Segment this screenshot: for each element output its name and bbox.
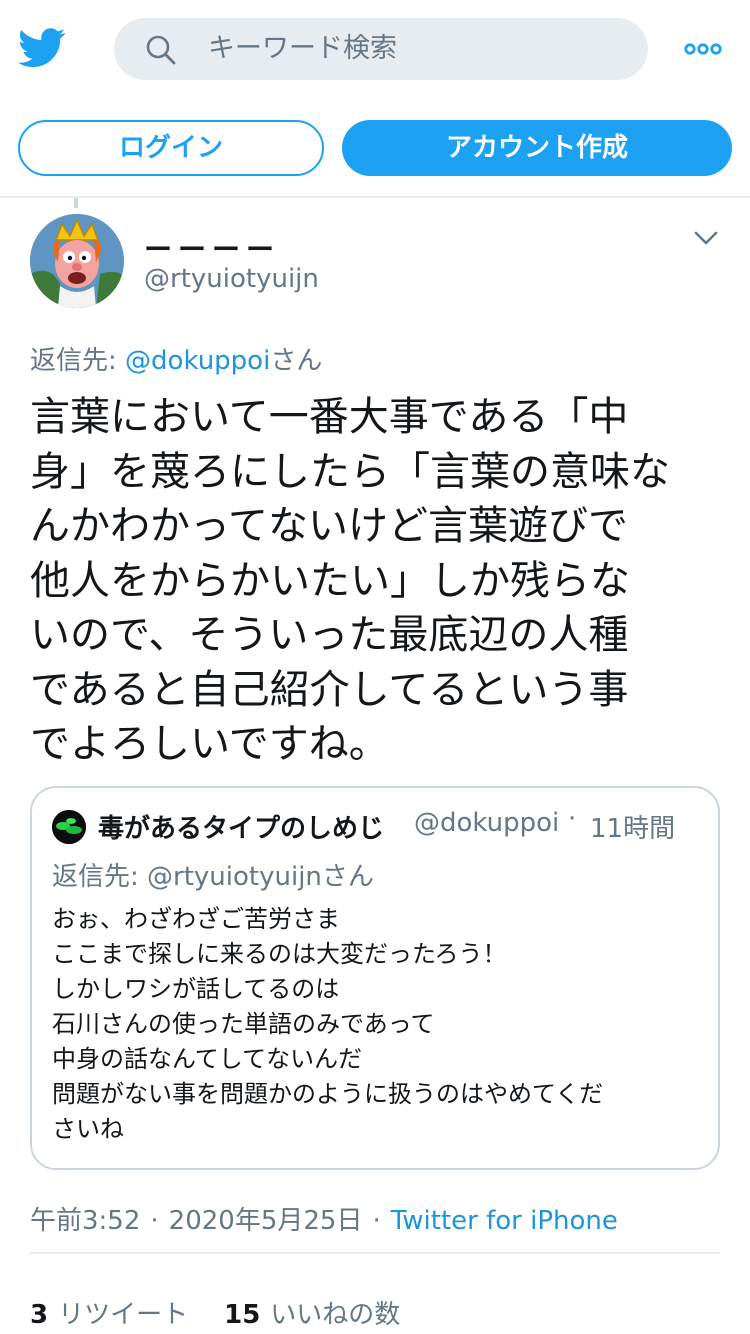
like-count: 15: [224, 1300, 261, 1330]
reply-mention-link[interactable]: @dokuppoi: [125, 346, 270, 376]
reply-suffix: さん: [270, 346, 323, 376]
auth-buttons: ログイン アカウント作成: [0, 118, 750, 180]
search-placeholder: キーワード検索: [208, 33, 397, 64]
thread-connector: [74, 198, 78, 208]
tweet-source-link[interactable]: Twitter for iPhone: [391, 1206, 618, 1236]
quote-avatar-illustration: [52, 810, 86, 844]
avatar-illustration: [30, 214, 124, 308]
signup-button[interactable]: アカウント作成: [342, 120, 732, 176]
retweet-count: 3: [30, 1300, 49, 1330]
quote-reply-to-line: 返信先: @rtyuiotyuijnさん: [52, 862, 374, 892]
reply-prefix: 返信先:: [30, 346, 126, 376]
search-bar[interactable]: キーワード検索: [114, 18, 648, 80]
twitter-bird-icon[interactable]: [18, 28, 66, 68]
author-name[interactable]: ーーーー: [144, 228, 280, 268]
quote-timestamp: 11時間: [590, 814, 676, 844]
header-divider: [0, 196, 750, 198]
tweet-meta: 午前3:52 · 2020年5月25日 · Twitter for iPhone: [30, 1200, 618, 1237]
quote-separator-dot: ·: [568, 804, 577, 834]
retweet-label: リツイート: [58, 1300, 189, 1330]
tweet-text: 言葉において一番大事である「中 身」を蔑ろにしたら「言葉の意味な んかわかってな…: [30, 394, 670, 767]
top-bar: キーワード検索: [0, 0, 750, 100]
reply-to-line: 返信先: @dokuppoiさん: [30, 340, 322, 377]
tweet-stats: 3 リツイート 15 いいねの数: [30, 1294, 400, 1331]
author-handle[interactable]: @rtyuiotyuijn: [144, 264, 319, 294]
quote-author-handle: @dokuppoi: [414, 808, 560, 838]
like-stat[interactable]: 15 いいねの数: [224, 1300, 400, 1330]
retweet-stat[interactable]: 3 リツイート: [30, 1300, 188, 1330]
meta-separator-dot: ·: [372, 1206, 381, 1236]
author-avatar[interactable]: [30, 214, 124, 308]
login-button[interactable]: ログイン: [18, 120, 324, 176]
quoted-tweet[interactable]: 毒があるタイプのしめじ @dokuppoi · 11時間 返信先: @rtyui…: [30, 786, 720, 1170]
quote-text: おぉ、わざわざご苦労さま ここまで探しに来るのは大変だったろう！ しかしワシが話…: [52, 905, 604, 1143]
quote-author-avatar: [52, 810, 86, 844]
search-icon: [146, 35, 176, 65]
meta-divider: [30, 1252, 720, 1254]
more-dots-icon[interactable]: [684, 34, 722, 64]
tweet-date[interactable]: 2020年5月25日: [169, 1206, 363, 1236]
quote-author-name: 毒があるタイプのしめじ: [98, 814, 385, 844]
like-label: いいねの数: [270, 1300, 401, 1330]
chevron-down-icon[interactable]: [690, 224, 722, 252]
tweet-time: 午前3:52: [30, 1206, 141, 1236]
meta-separator-dot: ·: [150, 1206, 159, 1236]
